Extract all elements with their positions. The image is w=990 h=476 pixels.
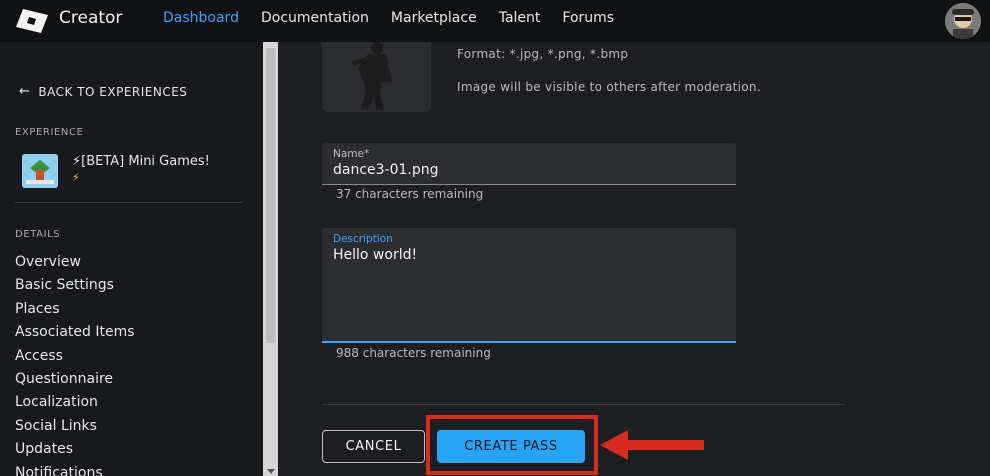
dancer-image-icon [322,42,431,112]
back-to-experiences-link[interactable]: ← BACK TO EXPERIENCES [19,84,187,99]
experience-name: ⚡[BETA] Mini Games! [72,154,210,169]
roblox-logo-icon[interactable] [14,9,48,33]
top-navbar: Creator Dashboard Documentation Marketpl… [0,0,990,42]
form-divider [322,404,845,405]
name-field[interactable]: Name* dance3-01.png [322,143,736,185]
nav-documentation[interactable]: Documentation [261,10,369,26]
format-hint: Format: *.jpg, *.png, *.bmp [457,47,629,61]
sidebar-scrollbar[interactable] [263,42,278,476]
description-char-counter: 988 characters remaining [336,346,491,360]
description-field-label: Description [333,233,393,245]
scrollbar-thumb[interactable] [266,48,275,343]
name-field-value[interactable]: dance3-01.png [333,162,439,178]
sidebar-item-places[interactable]: Places [15,298,135,321]
sidebar-item-basic-settings[interactable]: Basic Settings [15,274,135,297]
back-label: BACK TO EXPERIENCES [38,84,188,99]
lightning-icon: ⚡ [72,171,80,184]
details-section-label: DETAILS [15,229,61,240]
image-preview [322,42,431,112]
name-char-counter: 37 characters remaining [336,187,484,201]
details-menu: Overview Basic Settings Places Associate… [15,251,135,476]
arrow-left-icon: ← [19,84,31,99]
experience-thumbnail [22,154,58,188]
name-field-label: Name* [333,148,370,160]
user-avatar[interactable] [945,3,981,39]
cancel-button[interactable]: CANCEL [322,430,425,463]
sidebar-item-social-links[interactable]: Social Links [15,415,135,438]
avatar-icon [945,3,981,39]
annotation-arrow-icon [600,430,704,460]
sidebar-item-updates[interactable]: Updates [15,438,135,461]
game-thumbnail-icon [22,154,58,188]
sidebar-item-access[interactable]: Access [15,345,135,368]
description-field-value[interactable]: Hello world! [333,247,417,263]
nav-marketplace[interactable]: Marketplace [391,10,477,26]
scroll-down-arrow-icon[interactable] [267,469,275,474]
sidebar-item-localization[interactable]: Localization [15,391,135,414]
sidebar: ← BACK TO EXPERIENCES EXPERIENCE ⚡[BETA]… [0,42,263,476]
create-pass-button[interactable]: CREATE PASS [437,430,585,463]
description-field[interactable]: Description Hello world! [322,228,736,343]
sidebar-item-overview[interactable]: Overview [15,251,135,274]
moderation-hint: Image will be visible to others after mo… [457,80,761,94]
sidebar-item-associated-items[interactable]: Associated Items [15,321,135,344]
main-content: Format: *.jpg, *.png, *.bmp Image will b… [278,42,990,476]
sidebar-divider [15,202,242,203]
brand-name[interactable]: Creator [59,8,122,28]
nav-dashboard[interactable]: Dashboard [163,10,239,26]
main-nav: Dashboard Documentation Marketplace Tale… [163,10,636,26]
nav-forums[interactable]: Forums [562,10,614,26]
experience-section-label: EXPERIENCE [15,127,84,138]
sidebar-item-questionnaire[interactable]: Questionnaire [15,368,135,391]
sidebar-item-notifications[interactable]: Notifications [15,462,135,476]
nav-talent[interactable]: Talent [499,10,541,26]
